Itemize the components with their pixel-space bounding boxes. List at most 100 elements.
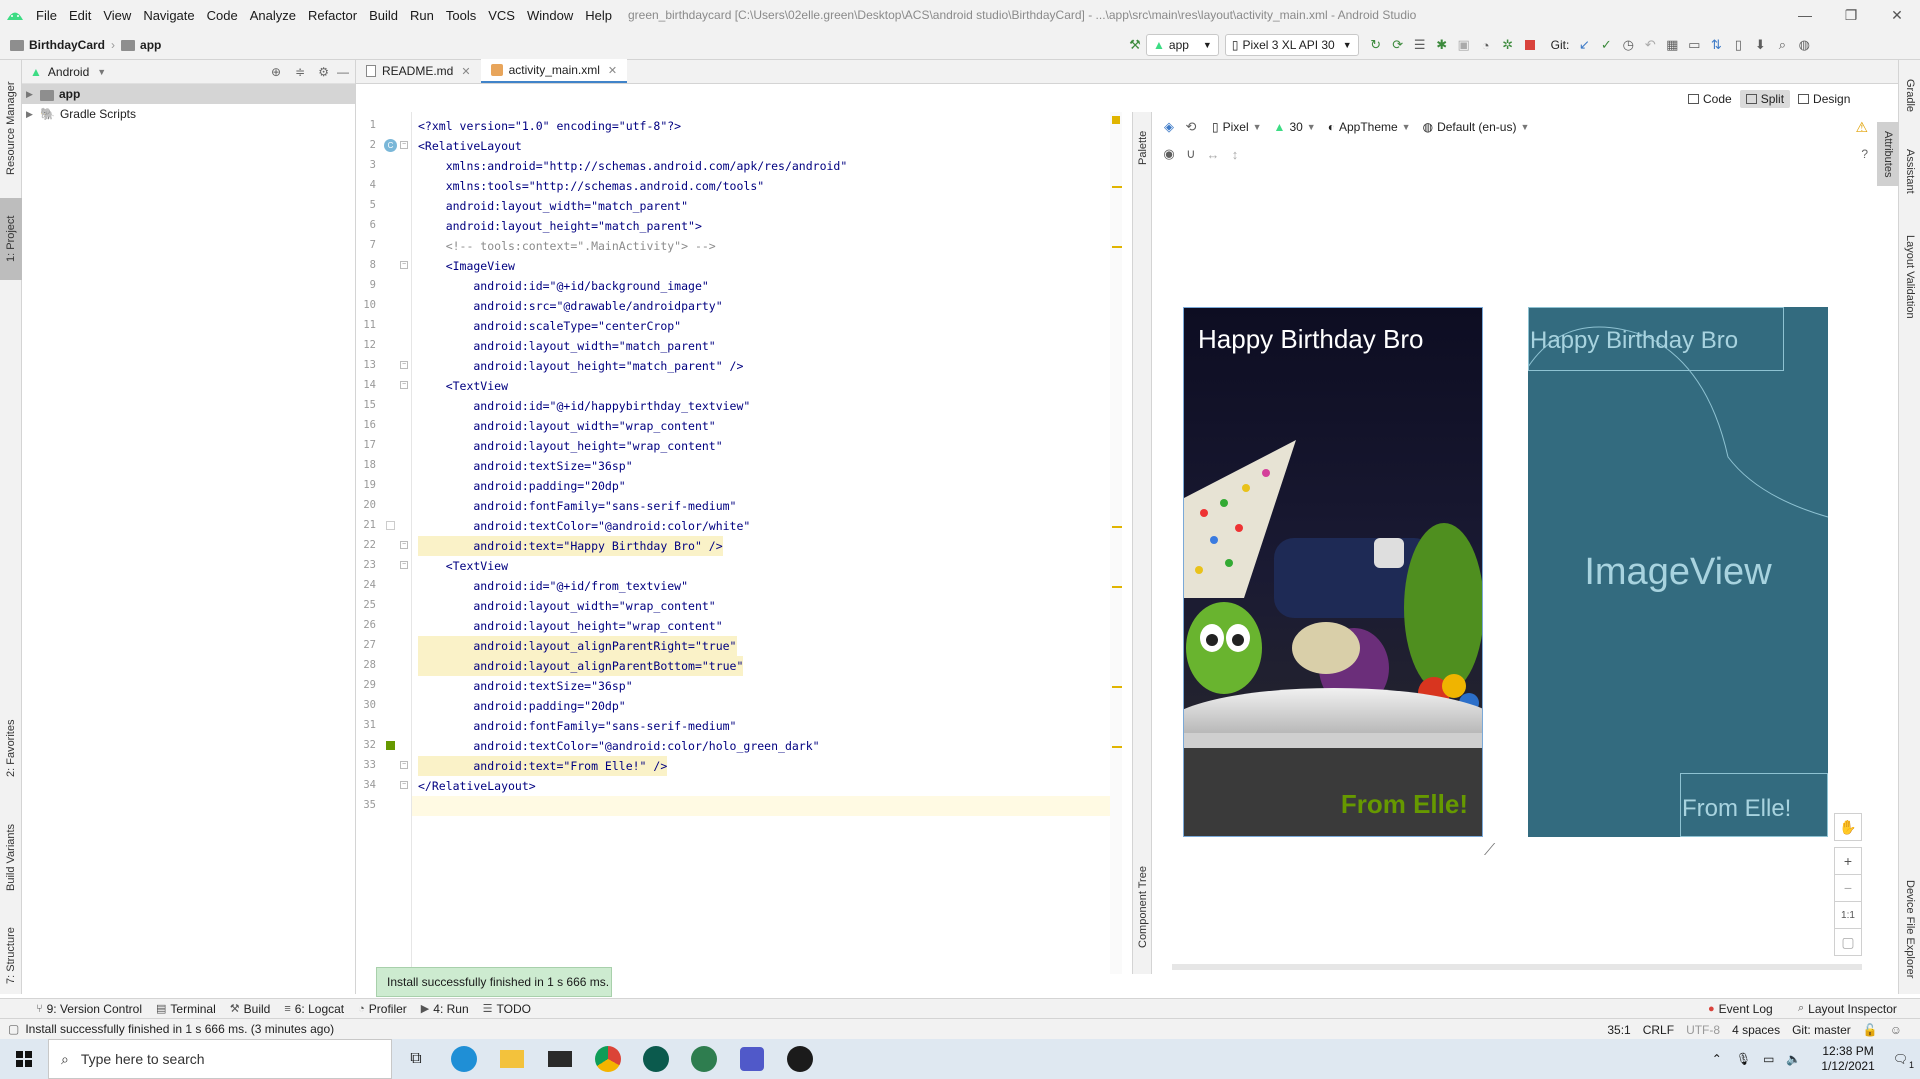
code-line[interactable]: xmlns:tools="http://schemas.android.com/… [418, 176, 765, 196]
code-line[interactable]: android:textSize="36sp" [418, 676, 632, 696]
tool-run[interactable]: ▶ 4: Run [421, 1002, 469, 1016]
gear-icon[interactable]: ⚙ [318, 65, 329, 79]
scroll-warning-mark[interactable] [1112, 746, 1122, 748]
blueprint-preview[interactable]: ImageView Happy Birthday Bro From Elle! [1528, 307, 1828, 837]
maximize-button[interactable]: ❐ [1828, 0, 1874, 30]
git-commit-icon[interactable]: ✓ [1595, 34, 1617, 56]
code-line[interactable]: android:layout_width="match_parent" [418, 196, 688, 216]
code-line[interactable]: android:scaleType="centerCrop" [418, 316, 681, 336]
git-update-icon[interactable]: ↙ [1573, 34, 1595, 56]
fold-marker-icon[interactable]: − [400, 761, 408, 769]
apply-changes-icon[interactable]: ⟳ [1387, 34, 1409, 56]
edge-browser-icon[interactable] [440, 1039, 488, 1079]
tree-item-app[interactable]: ▶ app [22, 84, 355, 104]
menu-file[interactable]: File [30, 8, 63, 23]
magnet-icon[interactable]: ∪ [1180, 143, 1202, 165]
white-color-swatch[interactable] [386, 521, 395, 530]
stop-icon[interactable] [1519, 34, 1541, 56]
locale-selector[interactable]: ◍ Default (en-us) ▼ [1423, 120, 1530, 134]
code-line[interactable]: android:textColor="@android:color/white" [418, 516, 750, 536]
expand-vertical-icon[interactable]: ↕ [1224, 143, 1246, 165]
windows-start-icon[interactable] [0, 1039, 48, 1079]
code-line[interactable]: <RelativeLayout [418, 136, 522, 156]
code-line[interactable]: android:layout_height="wrap_content" [418, 616, 722, 636]
menu-run[interactable]: Run [404, 8, 440, 23]
orientation-icon[interactable]: ⟲ [1180, 116, 1202, 138]
cursor-position[interactable]: 35:1 [1607, 1023, 1630, 1037]
git-rollback-icon[interactable]: ↶ [1639, 34, 1661, 56]
lock-icon[interactable]: 🔓 [1863, 1023, 1878, 1037]
tab-resource-manager[interactable]: Resource Manager [0, 68, 22, 188]
expand-arrow-icon[interactable]: ▶ [26, 89, 40, 100]
install-toast[interactable]: Install successfully finished in 1 s 666… [376, 967, 612, 997]
sync-gradle-icon[interactable]: ⇅ [1705, 34, 1727, 56]
tool-terminal[interactable]: ▤ Terminal [156, 1002, 216, 1016]
scroll-warning-mark[interactable] [1112, 586, 1122, 588]
view-mode-design[interactable]: Design [1792, 90, 1856, 108]
menu-help[interactable]: Help [579, 8, 618, 23]
from-elle-text[interactable]: From Elle! [1341, 789, 1468, 820]
line-separator[interactable]: CRLF [1643, 1023, 1674, 1037]
device-manager-icon[interactable]: ▯ [1727, 34, 1749, 56]
teams-icon[interactable] [728, 1039, 776, 1079]
file-encoding[interactable]: UTF-8 [1686, 1023, 1720, 1037]
tool-version-control[interactable]: ⑂ 9: Version Control [36, 1002, 142, 1016]
search-everywhere-icon[interactable]: ◍ [1793, 34, 1815, 56]
taskbar-search-input[interactable]: ⌕ Type here to search [48, 1039, 392, 1079]
design-surface-icon[interactable]: ◈ [1158, 116, 1180, 138]
gitkraken-icon[interactable] [632, 1039, 680, 1079]
zoom-in-button[interactable]: + [1834, 847, 1862, 875]
tool-layout-inspector[interactable]: ⌕ Layout Inspector [1798, 1002, 1897, 1016]
fold-marker-icon[interactable]: − [400, 541, 408, 549]
menu-build[interactable]: Build [363, 8, 404, 23]
tab-attributes[interactable]: Attributes [1877, 122, 1899, 186]
tab-activity-main[interactable]: activity_main.xml ✕ [480, 59, 628, 83]
theme-selector[interactable]: ◐ AppTheme ▼ [1328, 120, 1411, 134]
expand-arrow-icon[interactable]: ▶ [26, 109, 40, 120]
code-line[interactable]: android:layout_alignParentBottom="true" [418, 656, 744, 676]
help-icon[interactable]: ? [1861, 147, 1868, 161]
fold-marker-icon[interactable]: − [400, 561, 408, 569]
menu-window[interactable]: Window [521, 8, 579, 23]
tool-event-log[interactable]: ● Event Log [1708, 1002, 1773, 1016]
menu-refactor[interactable]: Refactor [302, 8, 363, 23]
apply-code-changes-icon[interactable]: ☰ [1409, 34, 1431, 56]
zoom-to-actual-size-button[interactable]: 1:1 [1834, 901, 1862, 929]
tab-build-variants[interactable]: Build Variants [0, 802, 22, 912]
tree-item-gradle-scripts[interactable]: ▶ 🐘 Gradle Scripts [22, 104, 355, 124]
code-line[interactable]: android:layout_width="match_parent" [418, 336, 715, 356]
eye-icon[interactable]: ◉ [1158, 143, 1180, 165]
code-line[interactable]: android:id="@+id/happybirthday_textview" [418, 396, 750, 416]
code-line[interactable]: <ImageView [418, 256, 515, 276]
project-view-selector[interactable]: Android [48, 65, 89, 79]
code-line[interactable]: android:text="Happy Birthday Bro" /> [418, 536, 723, 556]
breadcrumb-module[interactable]: app [140, 38, 161, 52]
network-icon[interactable]: ▭ [1763, 1052, 1774, 1066]
rerun-icon[interactable]: ↻ [1365, 34, 1387, 56]
menu-navigate[interactable]: Navigate [137, 8, 200, 23]
tab-readme[interactable]: README.md ✕ [356, 59, 481, 83]
tab-layout-validation[interactable]: Layout Validation [1899, 222, 1920, 332]
git-history-icon[interactable]: ◷ [1617, 34, 1639, 56]
sdk-manager-icon[interactable]: ⬇ [1749, 34, 1771, 56]
view-mode-split[interactable]: Split [1739, 90, 1791, 108]
code-line[interactable]: android:id="@+id/background_image" [418, 276, 708, 296]
tray-chevron-icon[interactable]: ⌃ [1712, 1052, 1722, 1066]
close-tab-icon[interactable]: ✕ [461, 65, 470, 78]
profile-icon[interactable]: ◔ [1475, 34, 1497, 56]
clock[interactable]: 12:38 PM 1/12/2021 [1821, 1044, 1874, 1074]
warning-indicator-icon[interactable] [1112, 116, 1120, 124]
hammer-icon[interactable]: ⚒ [1124, 34, 1146, 56]
code-line[interactable]: android:padding="20dp" [418, 476, 625, 496]
avd-manager-icon[interactable]: ▭ [1683, 34, 1705, 56]
menu-vcs[interactable]: VCS [482, 8, 521, 23]
fold-marker-icon[interactable]: − [400, 141, 408, 149]
status-toggle-icon[interactable]: ▢ [8, 1022, 19, 1036]
collapse-all-icon[interactable]: ≑ [295, 65, 305, 79]
code-line[interactable]: <!-- tools:context=".MainActivity"> --> [418, 236, 716, 256]
tool-logcat[interactable]: ≡ 6: Logcat [284, 1002, 344, 1016]
device-preview[interactable]: Happy Birthday Bro From Elle! [1183, 307, 1483, 837]
file-explorer-icon[interactable] [488, 1039, 536, 1079]
coverage-icon[interactable]: ▣ [1453, 34, 1475, 56]
tool-build[interactable]: ⚒ Build [230, 1002, 271, 1016]
